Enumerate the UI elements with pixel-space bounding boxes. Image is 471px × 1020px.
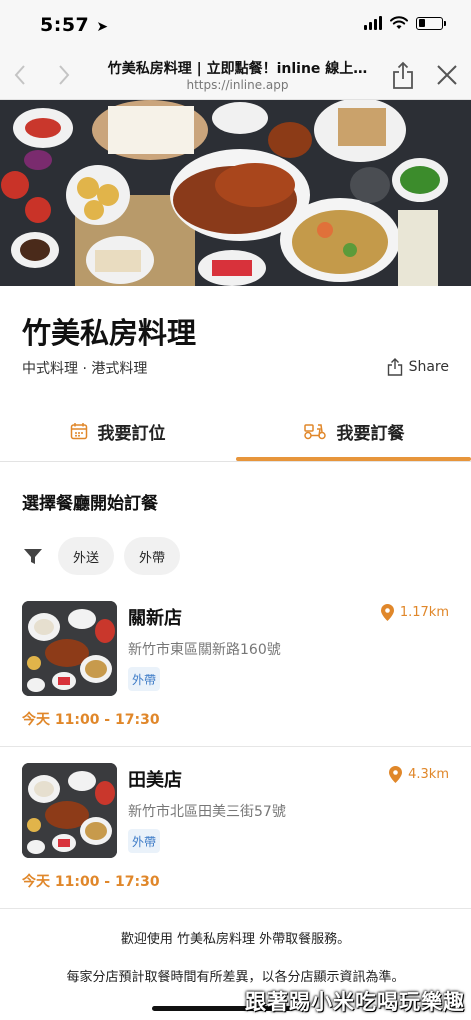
close-button[interactable]: [434, 62, 460, 88]
store-name: 關新店: [128, 608, 182, 629]
browser-share-button[interactable]: [390, 60, 416, 90]
pickup-time-note: 每家分店預計取餐時間有所差異，以各分店顯示資訊為準。: [66, 970, 405, 985]
restaurant-name: 竹美私房料理: [22, 316, 197, 350]
scooter-icon: [303, 424, 326, 440]
service-welcome-note: 歡迎使用 竹美私房料理 外帶取餐服務。: [120, 932, 351, 947]
tab-takeout-order[interactable]: 我要訂餐: [236, 400, 471, 462]
share-icon: [387, 358, 402, 376]
browser-toolbar: 竹美私房料理 | 立即點餐！inline 線上… https://inline.…: [0, 50, 471, 100]
cellular-signal-icon: [364, 16, 382, 30]
store-thumbnail: [22, 763, 117, 858]
tab-reservation-label: 我要訂位: [97, 423, 166, 444]
active-tab-indicator: [236, 457, 471, 461]
store-distance-value: 1.17km: [399, 605, 449, 620]
store-card[interactable]: 田美店 新竹市北區田美三街57號 外帶 4.3km 今天 11:00 - 17:…: [0, 747, 471, 909]
battery-icon: [416, 16, 446, 30]
location-pin-icon: [380, 604, 394, 621]
store-address: 新竹市東區關新路160號: [128, 642, 281, 658]
page-url[interactable]: https://inline.app: [95, 78, 380, 92]
share-button[interactable]: Share: [387, 358, 449, 376]
chevron-left-icon: [14, 65, 25, 85]
tab-takeout-order-label: 我要訂餐: [336, 423, 405, 444]
cuisine-tags: 中式料理 · 港式料理: [22, 361, 148, 377]
status-time: 5:57 ➤: [40, 14, 109, 36]
filter-chip-delivery[interactable]: 外送: [58, 537, 115, 575]
close-icon: [437, 65, 457, 85]
store-hours: 今天 11:00 - 17:30: [22, 874, 160, 890]
calendar-icon: [70, 423, 87, 440]
store-hours: 今天 11:00 - 17:30: [22, 712, 160, 728]
store-service-badge: 外帶: [128, 667, 161, 691]
filter-chip-takeout[interactable]: 外帶: [124, 537, 181, 575]
store-name: 田美店: [128, 770, 182, 791]
status-bar: 5:57 ➤: [0, 0, 471, 50]
share-icon: [393, 61, 413, 89]
store-address: 新竹市北區田美三街57號: [128, 804, 286, 820]
share-label: Share: [408, 359, 449, 375]
watermark: 跟著踢小米吃喝玩樂趣: [245, 990, 465, 1014]
order-mode-tabs: 我要訂位 我要訂餐: [0, 400, 471, 462]
location-pin-icon: [389, 766, 403, 783]
store-distance: 1.17km: [380, 604, 449, 621]
forward-button[interactable]: [50, 60, 76, 90]
hero-food-photo: [0, 100, 471, 286]
store-distance: 4.3km: [389, 766, 449, 783]
section-title: 選擇餐廳開始訂餐: [22, 494, 158, 514]
filter-icon[interactable]: [22, 545, 44, 567]
page-title: 竹美私房料理 | 立即點餐！inline 線上…: [107, 61, 368, 77]
store-card[interactable]: 關新店 新竹市東區關新路160號 外帶 1.17km 今天 11:00 - 17…: [0, 585, 471, 747]
store-distance-value: 4.3km: [408, 767, 449, 782]
tab-reservation[interactable]: 我要訂位: [0, 400, 235, 462]
store-thumbnail: [22, 601, 117, 696]
filter-bar: 外送 外帶: [22, 537, 181, 575]
back-button[interactable]: [8, 60, 34, 90]
store-service-badge: 外帶: [128, 829, 161, 853]
wifi-icon: [390, 16, 408, 29]
chevron-right-icon: [59, 65, 70, 85]
status-indicators: [364, 16, 446, 30]
